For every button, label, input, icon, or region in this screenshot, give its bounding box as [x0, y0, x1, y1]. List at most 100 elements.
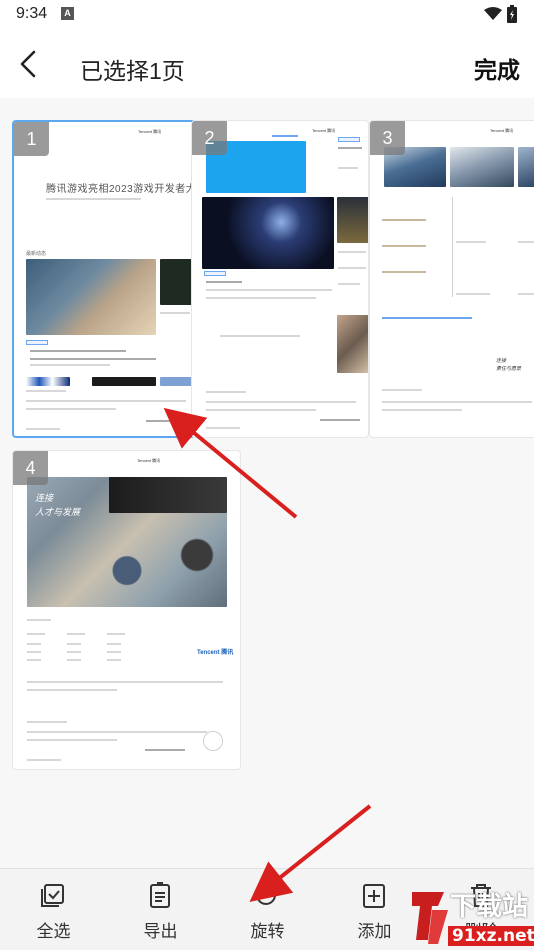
group-photo	[26, 259, 156, 335]
page-grid: 1 Tencent 腾讯 腾讯游戏亮相2023游戏开发者大会 最新动态 2 Te…	[0, 98, 534, 868]
text-line	[452, 197, 453, 297]
cover-overlay	[109, 477, 227, 513]
brand-logo: Tencent 腾讯	[197, 650, 234, 656]
text-line	[27, 731, 207, 733]
strip-photo	[26, 377, 70, 386]
text-line	[27, 643, 41, 645]
cover-text: 连接	[35, 493, 54, 503]
header: 已选择1页 完成	[0, 30, 534, 98]
text-line	[206, 289, 332, 291]
text-line	[338, 267, 366, 269]
text-line	[27, 651, 41, 653]
text-line	[27, 681, 223, 683]
select-all-button[interactable]: 全选	[0, 869, 107, 950]
text-line	[146, 420, 186, 422]
done-button[interactable]: 完成	[474, 51, 520, 85]
status-time: 9:34	[16, 5, 48, 22]
text-line	[382, 245, 426, 247]
page-number: 2	[192, 121, 227, 155]
text-line	[145, 749, 185, 751]
text-line	[382, 409, 462, 411]
text-line	[67, 659, 81, 661]
text-line	[206, 281, 242, 283]
back-button[interactable]	[12, 46, 46, 82]
text-line	[382, 219, 426, 221]
building-photo	[450, 147, 514, 187]
text-line	[67, 651, 81, 653]
text-line	[206, 401, 356, 403]
text-line	[338, 283, 360, 285]
text-line	[272, 135, 298, 137]
tag-badge	[338, 137, 360, 142]
text-line	[46, 198, 141, 200]
text-line	[220, 335, 300, 337]
cover-text: 人才与发展	[35, 507, 81, 517]
page-thumbnail-4[interactable]: 4 Tencent 腾讯 连接 人才与发展 Tencent 腾讯	[12, 450, 241, 770]
text-line	[30, 358, 156, 360]
text-line	[107, 643, 121, 645]
tag-badge	[204, 271, 226, 276]
text-line	[27, 721, 67, 723]
export-label: 导出	[143, 922, 178, 941]
rotate-button[interactable]: 旋转	[214, 869, 321, 950]
side-text: 连接	[496, 358, 507, 364]
crowd-photo	[337, 315, 368, 373]
text-line	[107, 659, 121, 661]
watermark-line2: 91xz.net	[448, 926, 534, 946]
text-line	[30, 364, 110, 366]
text-line	[338, 167, 358, 169]
chevron-left-icon	[20, 50, 36, 78]
page-brand: Tencent 腾讯	[137, 458, 161, 463]
text-line	[67, 633, 85, 635]
text-line	[206, 427, 240, 429]
side-photo	[337, 197, 368, 243]
page-thumbnail-3[interactable]: 3 Tencent 腾讯 连接 责任与愿景	[369, 120, 534, 438]
text-line	[206, 391, 246, 393]
text-line	[382, 317, 472, 319]
page-brand: Tencent 腾讯	[312, 128, 336, 133]
watermark-logo-icon	[412, 892, 448, 944]
text-line	[338, 147, 362, 149]
notification-icon: A	[61, 7, 74, 20]
text-line	[26, 408, 116, 410]
text-line	[456, 241, 486, 243]
select-all-label: 全选	[36, 922, 71, 941]
side-text: 责任与愿景	[496, 366, 522, 372]
text-line	[27, 759, 61, 761]
page-brand: Tencent 腾讯	[490, 128, 514, 133]
status-bar: 9:34 A	[0, 0, 534, 30]
circle-mark	[203, 731, 223, 751]
text-line	[320, 419, 360, 421]
strip-photo	[92, 377, 156, 386]
export-button[interactable]: 导出	[107, 869, 214, 950]
text-line	[27, 619, 51, 621]
page-number: 3	[370, 121, 405, 155]
watermark-line1: 下载站	[450, 892, 529, 922]
add-icon	[363, 884, 385, 908]
text-line	[160, 312, 190, 314]
page-brand: Tencent 腾讯	[138, 129, 162, 134]
page-number: 1	[14, 122, 49, 156]
text-line	[107, 651, 121, 653]
text-line	[26, 428, 60, 430]
text-line	[27, 739, 117, 741]
rotate-icon	[256, 881, 276, 905]
text-line	[27, 689, 117, 691]
export-icon	[150, 882, 170, 908]
text-line	[30, 350, 126, 352]
text-line	[26, 390, 66, 392]
page-title: 已选择1页	[80, 58, 185, 84]
page-thumbnail-2[interactable]: 2 Tencent 腾讯	[191, 120, 369, 438]
text-line	[338, 251, 366, 253]
page-thumbnail-1[interactable]: 1 Tencent 腾讯 腾讯游戏亮相2023游戏开发者大会 最新动态	[12, 120, 196, 438]
text-line	[518, 293, 534, 295]
text-line	[67, 643, 81, 645]
text-line	[382, 401, 532, 403]
text-line	[26, 400, 186, 402]
text-line	[206, 297, 316, 299]
page-number: 4	[13, 451, 48, 485]
battery-icon	[507, 5, 517, 23]
text-line	[206, 409, 316, 411]
text-line	[107, 633, 125, 635]
site-watermark: 下载站 91xz.net	[408, 880, 534, 950]
